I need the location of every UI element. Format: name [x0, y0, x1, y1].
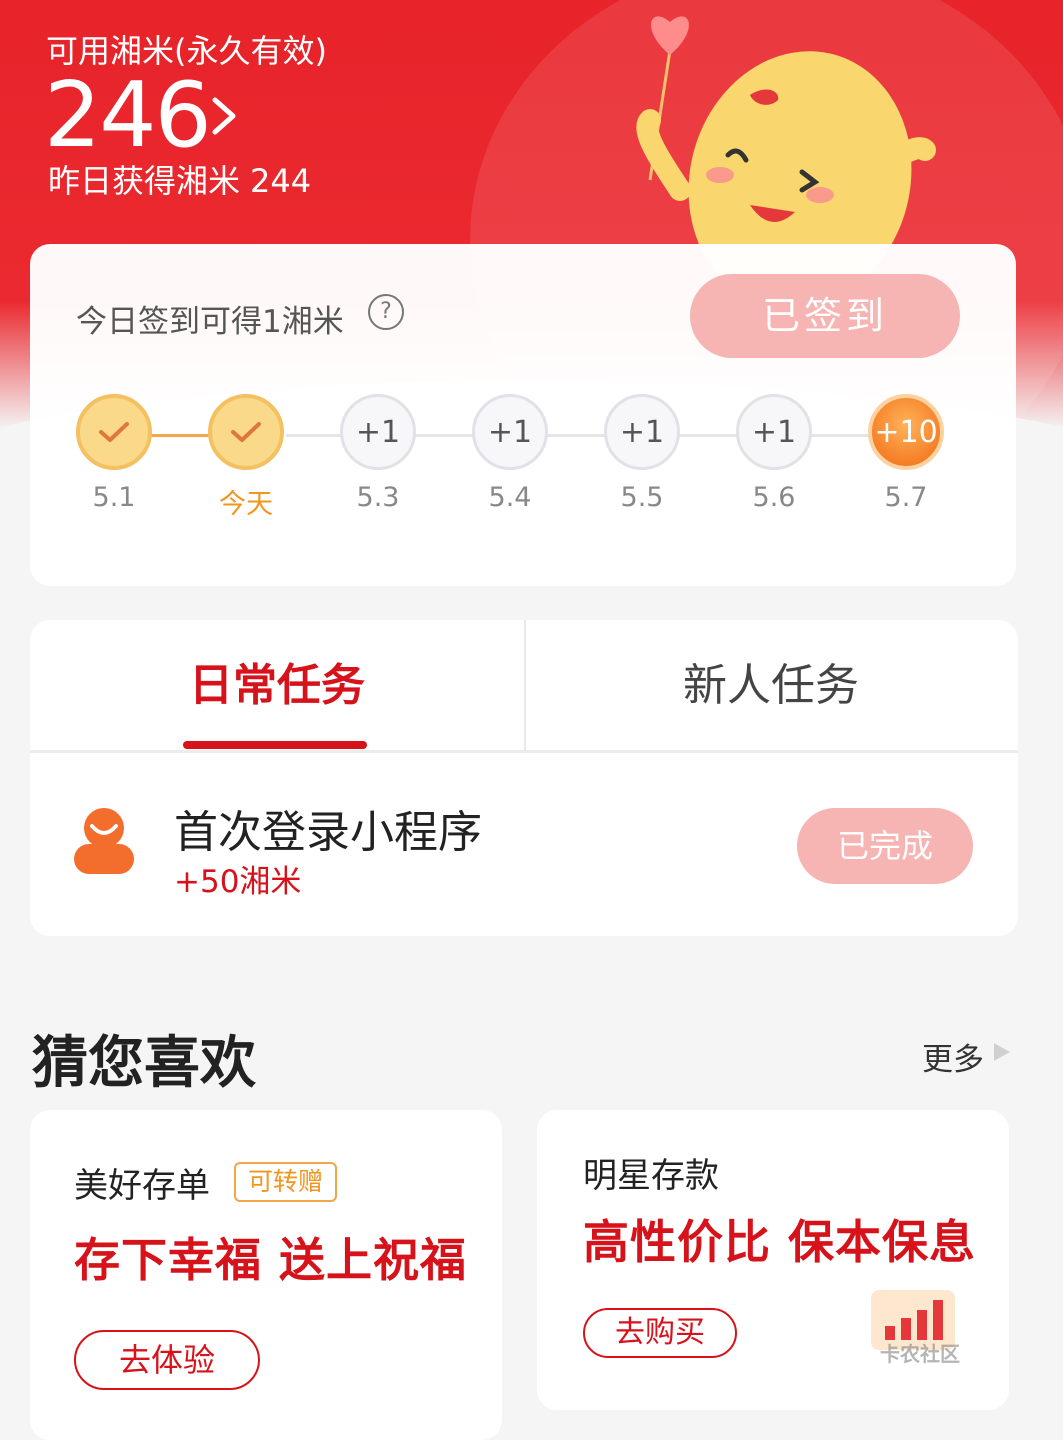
tab-daily-tasks[interactable]: 日常任务 — [30, 620, 524, 752]
day-label: 5.7 — [884, 482, 928, 513]
day-label: 今天 — [219, 489, 273, 520]
day-item: +1 5.5 — [602, 394, 682, 513]
task-card: 日常任务 新人任务 首次登录小程序 +50湘米 已完成 — [30, 620, 1018, 936]
user-icon — [74, 808, 134, 874]
day-reward: +1 — [736, 394, 812, 470]
buy-button[interactable]: 去购买 — [583, 1308, 737, 1358]
watermark: 卡农社区 — [880, 1342, 960, 1366]
bonus-reward: +10 — [868, 394, 944, 470]
day-label: 5.5 — [620, 482, 664, 513]
yesterday-value: 244 — [250, 162, 312, 200]
signin-tip: 今日签到可得1湘米 — [76, 304, 344, 340]
tab-separator — [30, 750, 1018, 753]
tab-newcomer-tasks[interactable]: 新人任务 — [524, 620, 1018, 752]
signin-calendar: 5.1 今天 +1 5.3 +1 5.4 +1 5.5 +1 5.6 +10 5… — [30, 394, 1016, 524]
product-tag: 可转赠 — [234, 1162, 338, 1202]
day-reward: +1 — [340, 394, 416, 470]
product-slogan: 高性价比 保本保息 — [583, 1215, 977, 1269]
more-link[interactable]: 更多 — [922, 1034, 984, 1079]
day-label: 5.6 — [752, 482, 796, 513]
yesterday-earnings: 昨日获得湘米 244 — [48, 156, 311, 202]
check-icon — [208, 394, 284, 470]
signed-in-button[interactable]: 已签到 — [690, 274, 960, 358]
try-button[interactable]: 去体验 — [74, 1330, 260, 1390]
task-completed-button[interactable]: 已完成 — [797, 808, 973, 884]
day-item: 今天 — [206, 394, 286, 521]
day-label: 5.3 — [356, 482, 400, 513]
day-item: +10 5.7 — [866, 394, 946, 513]
check-icon — [76, 394, 152, 470]
day-reward: +1 — [472, 394, 548, 470]
product-slogan: 存下幸福 送上祝福 — [74, 1233, 468, 1287]
section-title: 猜您喜欢 — [32, 1031, 256, 1096]
day-item: +1 5.3 — [338, 394, 418, 513]
day-label: 5.4 — [488, 482, 532, 513]
arrow-right-icon[interactable] — [994, 1043, 1010, 1061]
balance-value[interactable]: 246 — [44, 66, 212, 166]
product-name: 明星存款 — [583, 1156, 719, 1196]
task-title: 首次登录小程序 — [174, 807, 482, 858]
yesterday-label: 昨日获得湘米 — [48, 162, 241, 200]
day-item: +1 5.6 — [734, 394, 814, 513]
chevron-right-icon[interactable] — [205, 92, 243, 140]
active-tab-indicator — [183, 741, 367, 749]
day-reward: +1 — [604, 394, 680, 470]
help-icon[interactable]: ? — [368, 294, 404, 330]
task-reward: +50湘米 — [174, 864, 302, 900]
day-item: 5.1 — [74, 394, 154, 513]
product-name: 美好存单 — [74, 1166, 210, 1206]
product-card[interactable]: 美好存单 可转赠 存下幸福 送上祝福 去体验 — [30, 1110, 502, 1440]
day-item: +1 5.4 — [470, 394, 550, 513]
signin-card: 今日签到可得1湘米 ? 已签到 5.1 今天 +1 5.3 +1 5.4 +1 … — [30, 244, 1016, 586]
day-label: 5.1 — [92, 482, 136, 513]
